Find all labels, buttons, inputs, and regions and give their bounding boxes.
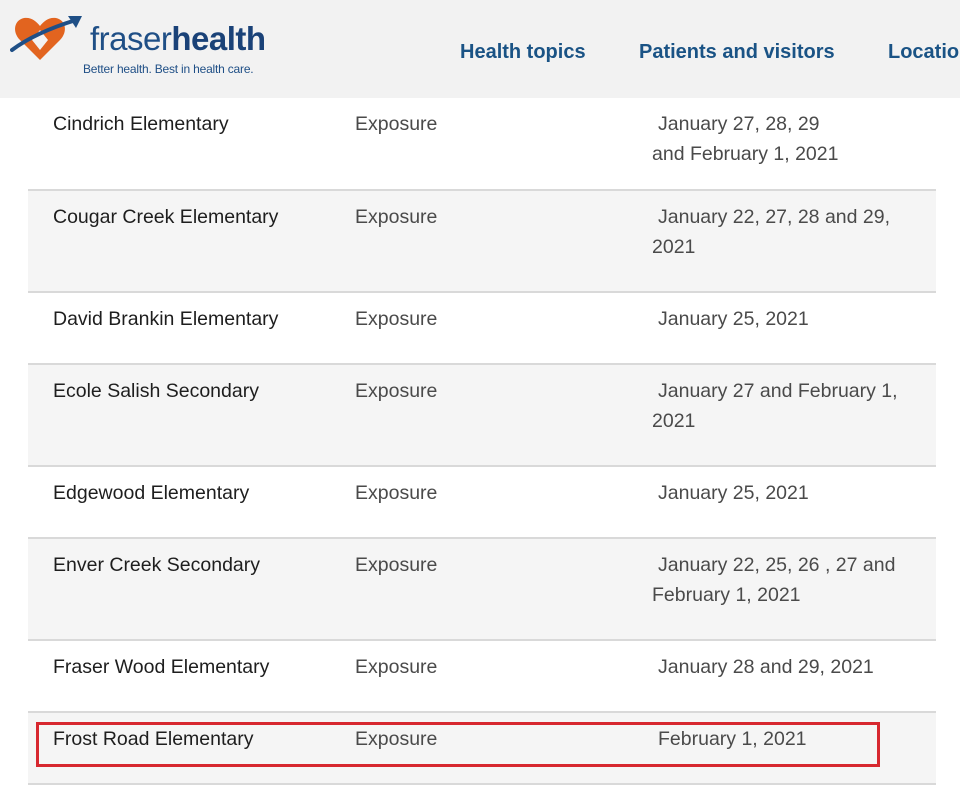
notification-type: Exposure	[355, 656, 438, 678]
exposure-dates-line1: January 25, 2021	[658, 482, 809, 504]
school-name: Cindrich Elementary	[53, 113, 229, 135]
notification-type: Exposure	[355, 113, 438, 135]
table-row: Cindrich Elementary Exposure January 27,…	[28, 98, 936, 191]
exposure-dates: January 25, 2021	[652, 478, 927, 508]
exposure-dates-line2: and February 1, 2021	[652, 143, 839, 165]
exposure-dates: January 25, 2021	[652, 304, 927, 334]
school-name: Enver Creek Secondary	[53, 554, 261, 576]
exposure-dates: January 22, 25, 26 , 27 and February 1, 2…	[652, 550, 927, 610]
exposure-dates: January 28 and 29, 2021	[652, 652, 927, 682]
notification-type: Exposure	[355, 554, 438, 576]
nav-health-topics[interactable]: Health topics	[460, 40, 586, 64]
exposure-dates: January 27 and February 1, 2021	[652, 376, 927, 436]
table-row: Enver Creek Secondary Exposure January 2…	[28, 539, 936, 641]
school-name: Fraser Wood Elementary	[53, 656, 270, 678]
exposure-dates-line1: January 27, 28, 29	[658, 113, 820, 135]
school-name: Ecole Salish Secondary	[53, 380, 259, 402]
school-name: Edgewood Elementary	[53, 482, 250, 504]
table-row: David Brankin Elementary Exposure Januar…	[28, 293, 936, 365]
exposure-dates-line1: January 27 and February 1,	[658, 380, 898, 402]
table-row: Fraser Wood Elementary Exposure January …	[28, 641, 936, 713]
table-row: Edgewood Elementary Exposure January 25,…	[28, 467, 936, 539]
exposure-dates: January 27, 28, 29 and February 1, 2021	[652, 109, 927, 169]
exposure-dates-line1: January 22, 27, 28 and 29,	[658, 206, 891, 228]
highlight-box	[36, 722, 880, 767]
notification-type: Exposure	[355, 482, 438, 504]
notification-type: Exposure	[355, 206, 438, 228]
school-name: Cougar Creek Elementary	[53, 206, 279, 228]
site-header: fraserhealth Better health. Best in heal…	[0, 0, 960, 98]
school-name: David Brankin Elementary	[53, 308, 279, 330]
table-row: Ecole Salish Secondary Exposure January …	[28, 365, 936, 467]
nav-locations[interactable]: Locatio	[888, 40, 959, 64]
main-nav: Health topics Patients and visitors Loca…	[0, 40, 960, 64]
nav-patients-and-visitors[interactable]: Patients and visitors	[639, 40, 835, 64]
exposure-dates-line2: 2021	[652, 410, 696, 432]
exposure-dates-line1: January 22, 25, 26 , 27 and	[658, 554, 896, 576]
exposure-dates-line2: 2021	[652, 236, 696, 258]
exposure-dates-line2: February 1, 2021	[652, 584, 801, 606]
brand-tagline: Better health. Best in health care.	[83, 62, 254, 76]
exposure-dates-line1: January 28 and 29, 2021	[658, 656, 874, 678]
exposure-dates: January 22, 27, 28 and 29, 2021	[652, 202, 927, 262]
notification-type: Exposure	[355, 308, 438, 330]
notification-type: Exposure	[355, 380, 438, 402]
school-exposures-table: Cindrich Elementary Exposure January 27,…	[28, 98, 936, 785]
table-row: Cougar Creek Elementary Exposure January…	[28, 191, 936, 293]
exposure-dates-line1: January 25, 2021	[658, 308, 809, 330]
